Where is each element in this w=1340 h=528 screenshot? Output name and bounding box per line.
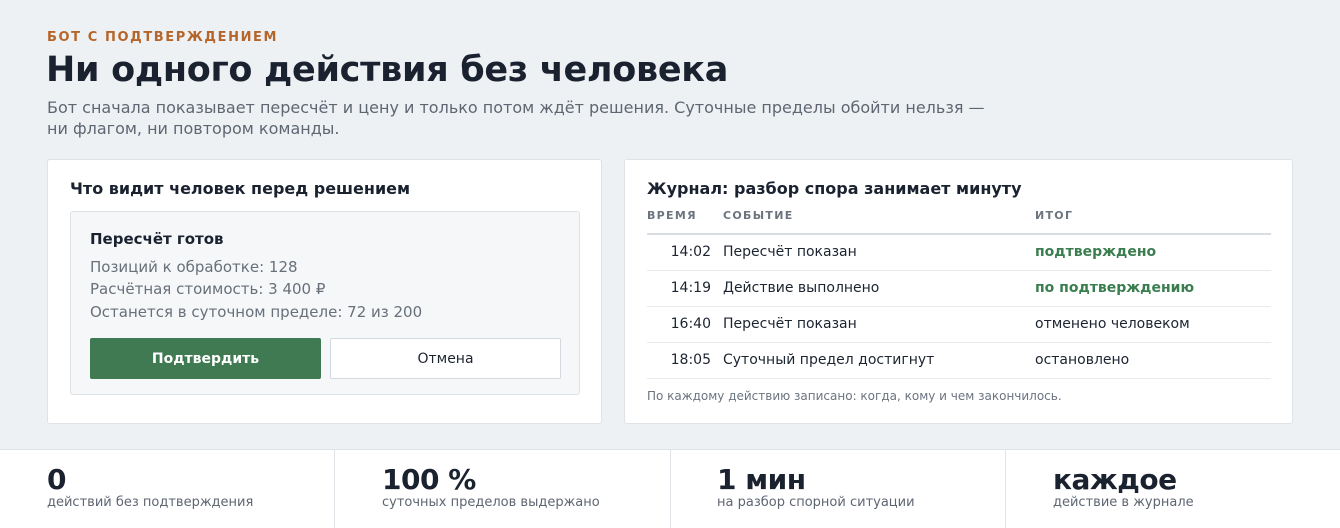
log-result: по подтверждению xyxy=(1035,280,1195,296)
stat-divider xyxy=(1005,450,1006,528)
log-time: 16:40 xyxy=(670,316,711,332)
stats-bar: 0 действий без подтверждения 100 % суточ… xyxy=(0,449,1340,528)
log-note: По каждому действию записано: когда, ком… xyxy=(647,389,1062,403)
stat-value: 0 xyxy=(47,463,66,496)
log-event: Действие выполнено xyxy=(723,280,880,296)
log-column-result: ИТОГ xyxy=(1035,209,1074,222)
recalc-remaining-limit: Останется в суточном пределе: 72 из 200 xyxy=(90,303,423,321)
stat-label: действие в журнале xyxy=(1053,495,1194,510)
page-subtitle: Бот сначала показывает пересчёт и цену и… xyxy=(47,98,985,138)
log-row: 14:19 Действие выполнено по подтверждени… xyxy=(647,271,1271,307)
log-column-event: СОБЫТИЕ xyxy=(723,209,794,222)
recalc-positions: Позиций к обработке: 128 xyxy=(90,258,298,276)
log-time: 18:05 xyxy=(670,352,711,368)
stat-label: на разбор спорной ситуации xyxy=(717,495,915,510)
log-card: Журнал: разбор спора занимает минуту ВРЕ… xyxy=(624,159,1293,424)
log-event: Суточный предел достигнут xyxy=(723,352,935,368)
log-result: отменено человеком xyxy=(1035,316,1190,332)
cancel-button[interactable]: Отмена xyxy=(330,338,561,379)
stat-value: 100 % xyxy=(382,463,476,496)
log-time: 14:02 xyxy=(670,244,711,260)
stat-divider xyxy=(334,450,335,528)
eyebrow-label: БОТ С ПОДТВЕРЖДЕНИЕМ xyxy=(47,30,279,45)
stat-label: действий без подтверждения xyxy=(47,495,254,510)
stat-value: каждое xyxy=(1053,463,1177,496)
log-card-title: Журнал: разбор спора занимает минуту xyxy=(647,179,1022,198)
stat-label: суточных пределов выдержано xyxy=(382,495,600,510)
log-row: 14:02 Пересчёт показан подтверждено xyxy=(647,235,1271,271)
decision-card: Что видит человек перед решением Пересчё… xyxy=(47,159,602,424)
log-column-time: ВРЕМЯ xyxy=(647,209,697,222)
stat-divider xyxy=(670,450,671,528)
decision-card-title: Что видит человек перед решением xyxy=(70,179,411,198)
confirm-button[interactable]: Подтвердить xyxy=(90,338,321,379)
log-row: 18:05 Суточный предел достигнут остановл… xyxy=(647,343,1271,379)
log-event: Пересчёт показан xyxy=(723,316,857,332)
log-result: остановлено xyxy=(1035,352,1130,368)
log-result: подтверждено xyxy=(1035,244,1157,260)
stat-value: 1 мин xyxy=(717,463,806,496)
recalc-panel: Пересчёт готов Позиций к обработке: 128 … xyxy=(70,211,580,395)
page-title: Ни одного действия без человека xyxy=(46,50,729,90)
log-row: 16:40 Пересчёт показан отменено человеко… xyxy=(647,307,1271,343)
log-event: Пересчёт показан xyxy=(723,244,857,260)
log-time: 14:19 xyxy=(670,280,711,296)
recalc-cost: Расчётная стоимость: 3 400 ₽ xyxy=(90,280,326,298)
recalc-panel-title: Пересчёт готов xyxy=(90,230,224,248)
